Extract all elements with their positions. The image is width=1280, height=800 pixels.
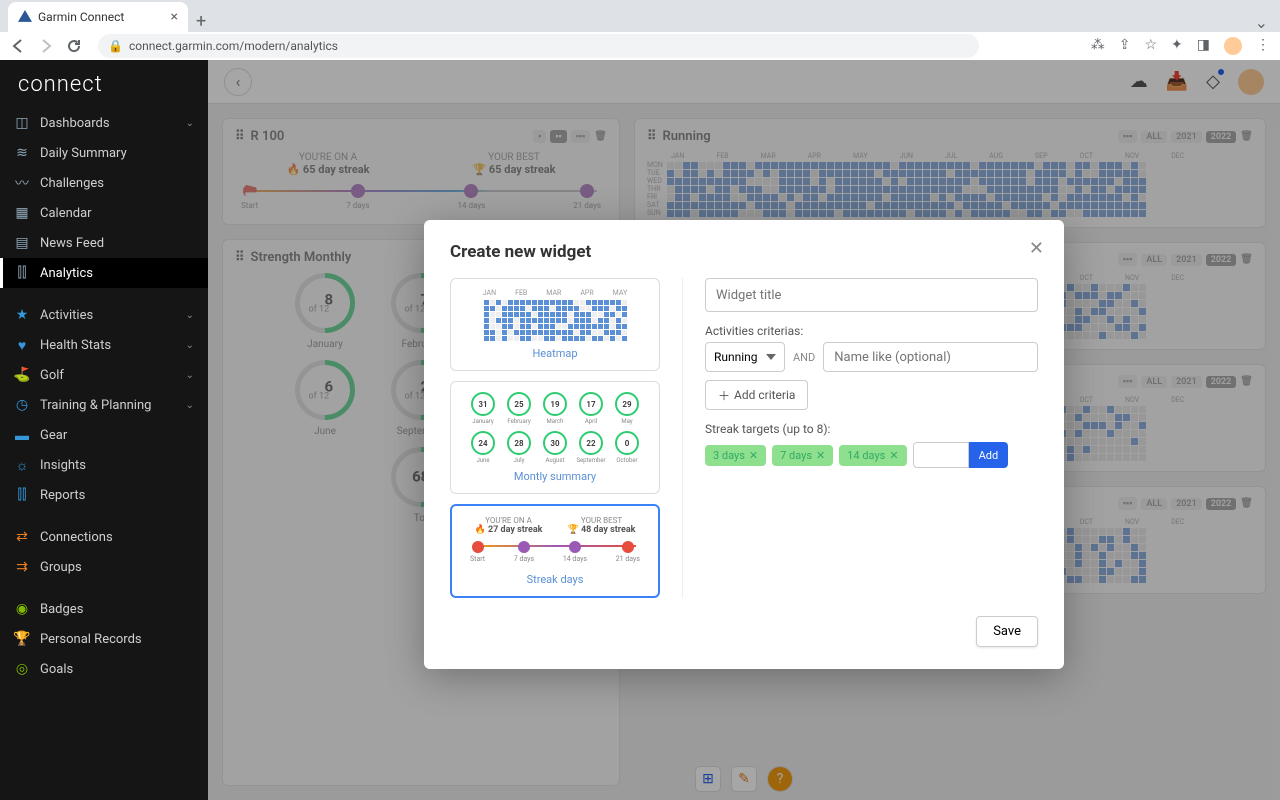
nav-icon: ▦ bbox=[14, 205, 30, 221]
back-icon[interactable] bbox=[10, 38, 26, 54]
sidebar-item-news-feed[interactable]: ▤News Feed bbox=[0, 228, 208, 258]
sidebar-item-reports[interactable]: ⫿⫿Reports bbox=[0, 480, 208, 510]
remove-tag-icon[interactable]: ✕ bbox=[749, 449, 758, 462]
chevron-down-icon: ⌄ bbox=[186, 370, 194, 381]
url-field[interactable]: 🔒 connect.garmin.com/modern/analytics bbox=[98, 34, 979, 58]
nav-icon: ⫿⫿ bbox=[14, 487, 30, 503]
nav-icon: ⛳ bbox=[14, 367, 30, 383]
remove-tag-icon[interactable]: ✕ bbox=[816, 449, 825, 462]
nav-icon: ◫ bbox=[14, 115, 30, 131]
browser-tab[interactable]: Garmin Connect × bbox=[8, 2, 188, 32]
sidebar-item-connections[interactable]: ⇄Connections bbox=[0, 522, 208, 552]
main-area: ‹ ☁ 📥 ◇ ⠿R 100 ▪▪▪▪▪▪🗑 YOU'RE ON A🔥 65 d… bbox=[208, 60, 1280, 800]
window-chevron-icon[interactable]: ⌄ bbox=[1255, 13, 1268, 32]
address-bar: 🔒 connect.garmin.com/modern/analytics ⁂ … bbox=[0, 32, 1280, 60]
activity-select[interactable]: Running bbox=[705, 342, 785, 372]
close-icon[interactable]: ✕ bbox=[1029, 238, 1044, 259]
nav-icon: 〰 bbox=[14, 175, 30, 191]
nav-icon: ⇉ bbox=[14, 559, 30, 575]
save-button[interactable]: Save bbox=[976, 616, 1038, 647]
sidebar-item-insights[interactable]: ☼Insights bbox=[0, 450, 208, 480]
sidebar-item-goals[interactable]: ◎Goals bbox=[0, 654, 208, 684]
chevron-down-icon: ⌄ bbox=[186, 118, 194, 129]
sidebar-item-challenges[interactable]: 〰Challenges bbox=[0, 168, 208, 198]
chevron-down-icon: ⌄ bbox=[186, 310, 194, 321]
tab-title: Garmin Connect bbox=[38, 10, 124, 24]
menu-icon[interactable]: ⋮ bbox=[1256, 37, 1270, 55]
modal-overlay[interactable]: ✕ Create new widget JANFEBMARAPRMAY Heat… bbox=[208, 60, 1280, 800]
create-widget-modal: ✕ Create new widget JANFEBMARAPRMAY Heat… bbox=[424, 220, 1064, 669]
browser-chrome: Garmin Connect × + ⌄ 🔒 connect.garmin.co… bbox=[0, 0, 1280, 60]
favicon bbox=[18, 10, 32, 24]
nav-icon: ◉ bbox=[14, 601, 30, 617]
nav-icon: ⇄ bbox=[14, 529, 30, 545]
nav-icon: ◎ bbox=[14, 661, 30, 677]
sidebar-item-activities[interactable]: ★Activities⌄ bbox=[0, 300, 208, 330]
streak-tag: 7 days ✕ bbox=[772, 445, 833, 466]
tab-bar: Garmin Connect × + ⌄ bbox=[0, 0, 1280, 32]
new-tab-button[interactable]: + bbox=[196, 11, 206, 32]
add-criteria-button[interactable]: ＋ Add criteria bbox=[705, 380, 808, 410]
sidebar-item-analytics[interactable]: ⫿⫿Analytics bbox=[0, 258, 208, 288]
chevron-down-icon: ⌄ bbox=[186, 400, 194, 411]
profile-avatar[interactable] bbox=[1224, 37, 1242, 55]
add-tag-button[interactable]: Add bbox=[969, 442, 1009, 468]
reload-icon[interactable] bbox=[66, 38, 82, 54]
sidebar-item-daily-summary[interactable]: ≋Daily Summary bbox=[0, 138, 208, 168]
logo: connect bbox=[0, 60, 208, 108]
close-icon[interactable]: × bbox=[171, 9, 178, 25]
widget-title-input[interactable] bbox=[705, 278, 1038, 312]
nav-icon: ◷ bbox=[14, 397, 30, 413]
browser-actions: ⁂ ⇪ ☆ ✦ ◨ ⋮ bbox=[1091, 37, 1270, 55]
nav-icon: 🏆 bbox=[14, 631, 30, 647]
tag-input[interactable] bbox=[913, 442, 969, 468]
sidebar-item-personal-records[interactable]: 🏆Personal Records bbox=[0, 624, 208, 654]
sidebar-item-groups[interactable]: ⇉Groups bbox=[0, 552, 208, 582]
nav-icon: ≋ bbox=[14, 145, 30, 161]
widget-option-heatmap[interactable]: JANFEBMARAPRMAY Heatmap bbox=[450, 278, 660, 371]
star-icon[interactable]: ☆ bbox=[1144, 37, 1157, 55]
lock-icon: 🔒 bbox=[108, 39, 123, 53]
url-text: connect.garmin.com/modern/analytics bbox=[129, 39, 338, 53]
sidebar-item-health-stats[interactable]: ♥Health Stats⌄ bbox=[0, 330, 208, 360]
panel-icon[interactable]: ◨ bbox=[1197, 37, 1210, 55]
sidebar-item-dashboards[interactable]: ◫Dashboards⌄ bbox=[0, 108, 208, 138]
share-icon[interactable]: ⇪ bbox=[1119, 37, 1131, 55]
sidebar-item-training-&-planning[interactable]: ◷Training & Planning⌄ bbox=[0, 390, 208, 420]
nav-icon: ⫿⫿ bbox=[14, 265, 30, 281]
nav-icon: ♥ bbox=[14, 337, 30, 353]
widget-option-streak[interactable]: YOU'RE ON A🔥 27 day streakYOUR BEST🏆 48 … bbox=[450, 504, 660, 598]
streak-tag: 3 days ✕ bbox=[705, 445, 766, 466]
sidebar-item-golf[interactable]: ⛳Golf⌄ bbox=[0, 360, 208, 390]
modal-title: Create new widget bbox=[450, 242, 1038, 262]
translate-icon[interactable]: ⁂ bbox=[1091, 37, 1105, 55]
sidebar: connect ◫Dashboards⌄≋Daily Summary〰Chall… bbox=[0, 60, 208, 800]
widget-option-monthly[interactable]: 31January25February19March17April29May24… bbox=[450, 381, 660, 494]
chevron-down-icon: ⌄ bbox=[186, 340, 194, 351]
nav-icon: ★ bbox=[14, 307, 30, 323]
sidebar-item-calendar[interactable]: ▦Calendar bbox=[0, 198, 208, 228]
streak-tag: 14 days ✕ bbox=[839, 445, 906, 466]
nav-icon: ▬ bbox=[14, 427, 30, 443]
forward-icon[interactable] bbox=[38, 38, 54, 54]
sidebar-item-badges[interactable]: ◉Badges bbox=[0, 594, 208, 624]
name-filter-input[interactable] bbox=[823, 342, 1038, 372]
nav-icon: ▤ bbox=[14, 235, 30, 251]
sidebar-item-gear[interactable]: ▬Gear bbox=[0, 420, 208, 450]
extensions-icon[interactable]: ✦ bbox=[1171, 37, 1183, 55]
remove-tag-icon[interactable]: ✕ bbox=[889, 449, 898, 462]
nav-icon: ☼ bbox=[14, 457, 30, 473]
